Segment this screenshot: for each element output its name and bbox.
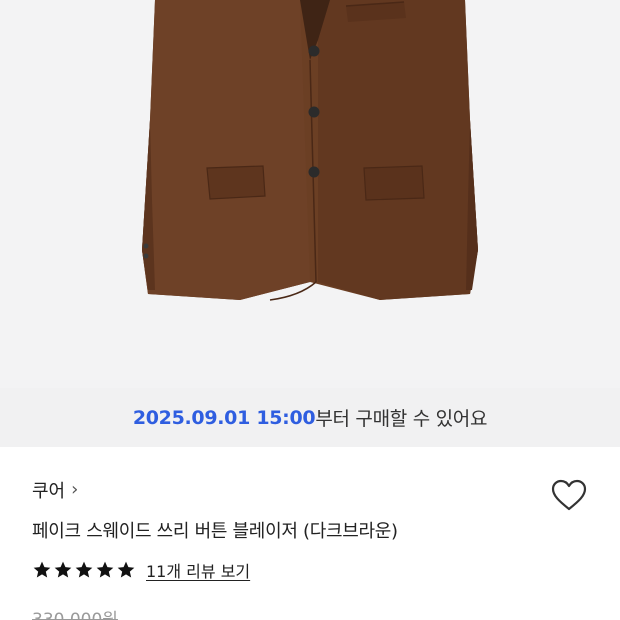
original-price: 330,000원: [32, 610, 118, 620]
star-icon: [117, 561, 135, 578]
product-image: [0, 0, 620, 388]
star-icon: [33, 561, 51, 578]
star-rating: [32, 560, 136, 580]
sale-start-date: 2025.09.01 15:00: [132, 406, 316, 429]
sale-start-text: 부터 구매할 수 있어요: [315, 408, 488, 430]
sale-start-banner: 2025.09.01 15:00 부터 구매할 수 있어요: [0, 388, 620, 447]
product-title: 페이크 스웨이드 쓰리 버튼 블레이저 (다크브라운): [32, 521, 398, 542]
chevron-right-icon: ›: [71, 479, 79, 500]
product-info: 쿠어 › 페이크 스웨이드 쓰리 버튼 블레이저 (다크브라운) 11개 리뷰 …: [0, 447, 620, 620]
star-icon: [54, 561, 72, 578]
product-detail-page: 2025.09.01 15:00 부터 구매할 수 있어요 쿠어 › 페이크 스웨…: [0, 0, 620, 620]
brand-name: 쿠어: [32, 481, 66, 502]
rating-row: 11개 리뷰 보기: [32, 558, 250, 582]
star-icon: [75, 561, 93, 578]
review-link[interactable]: 11개 리뷰 보기: [146, 558, 250, 582]
heart-outline-icon[interactable]: [550, 477, 588, 515]
brand-link[interactable]: 쿠어 ›: [32, 477, 78, 503]
star-icon: [96, 561, 114, 578]
